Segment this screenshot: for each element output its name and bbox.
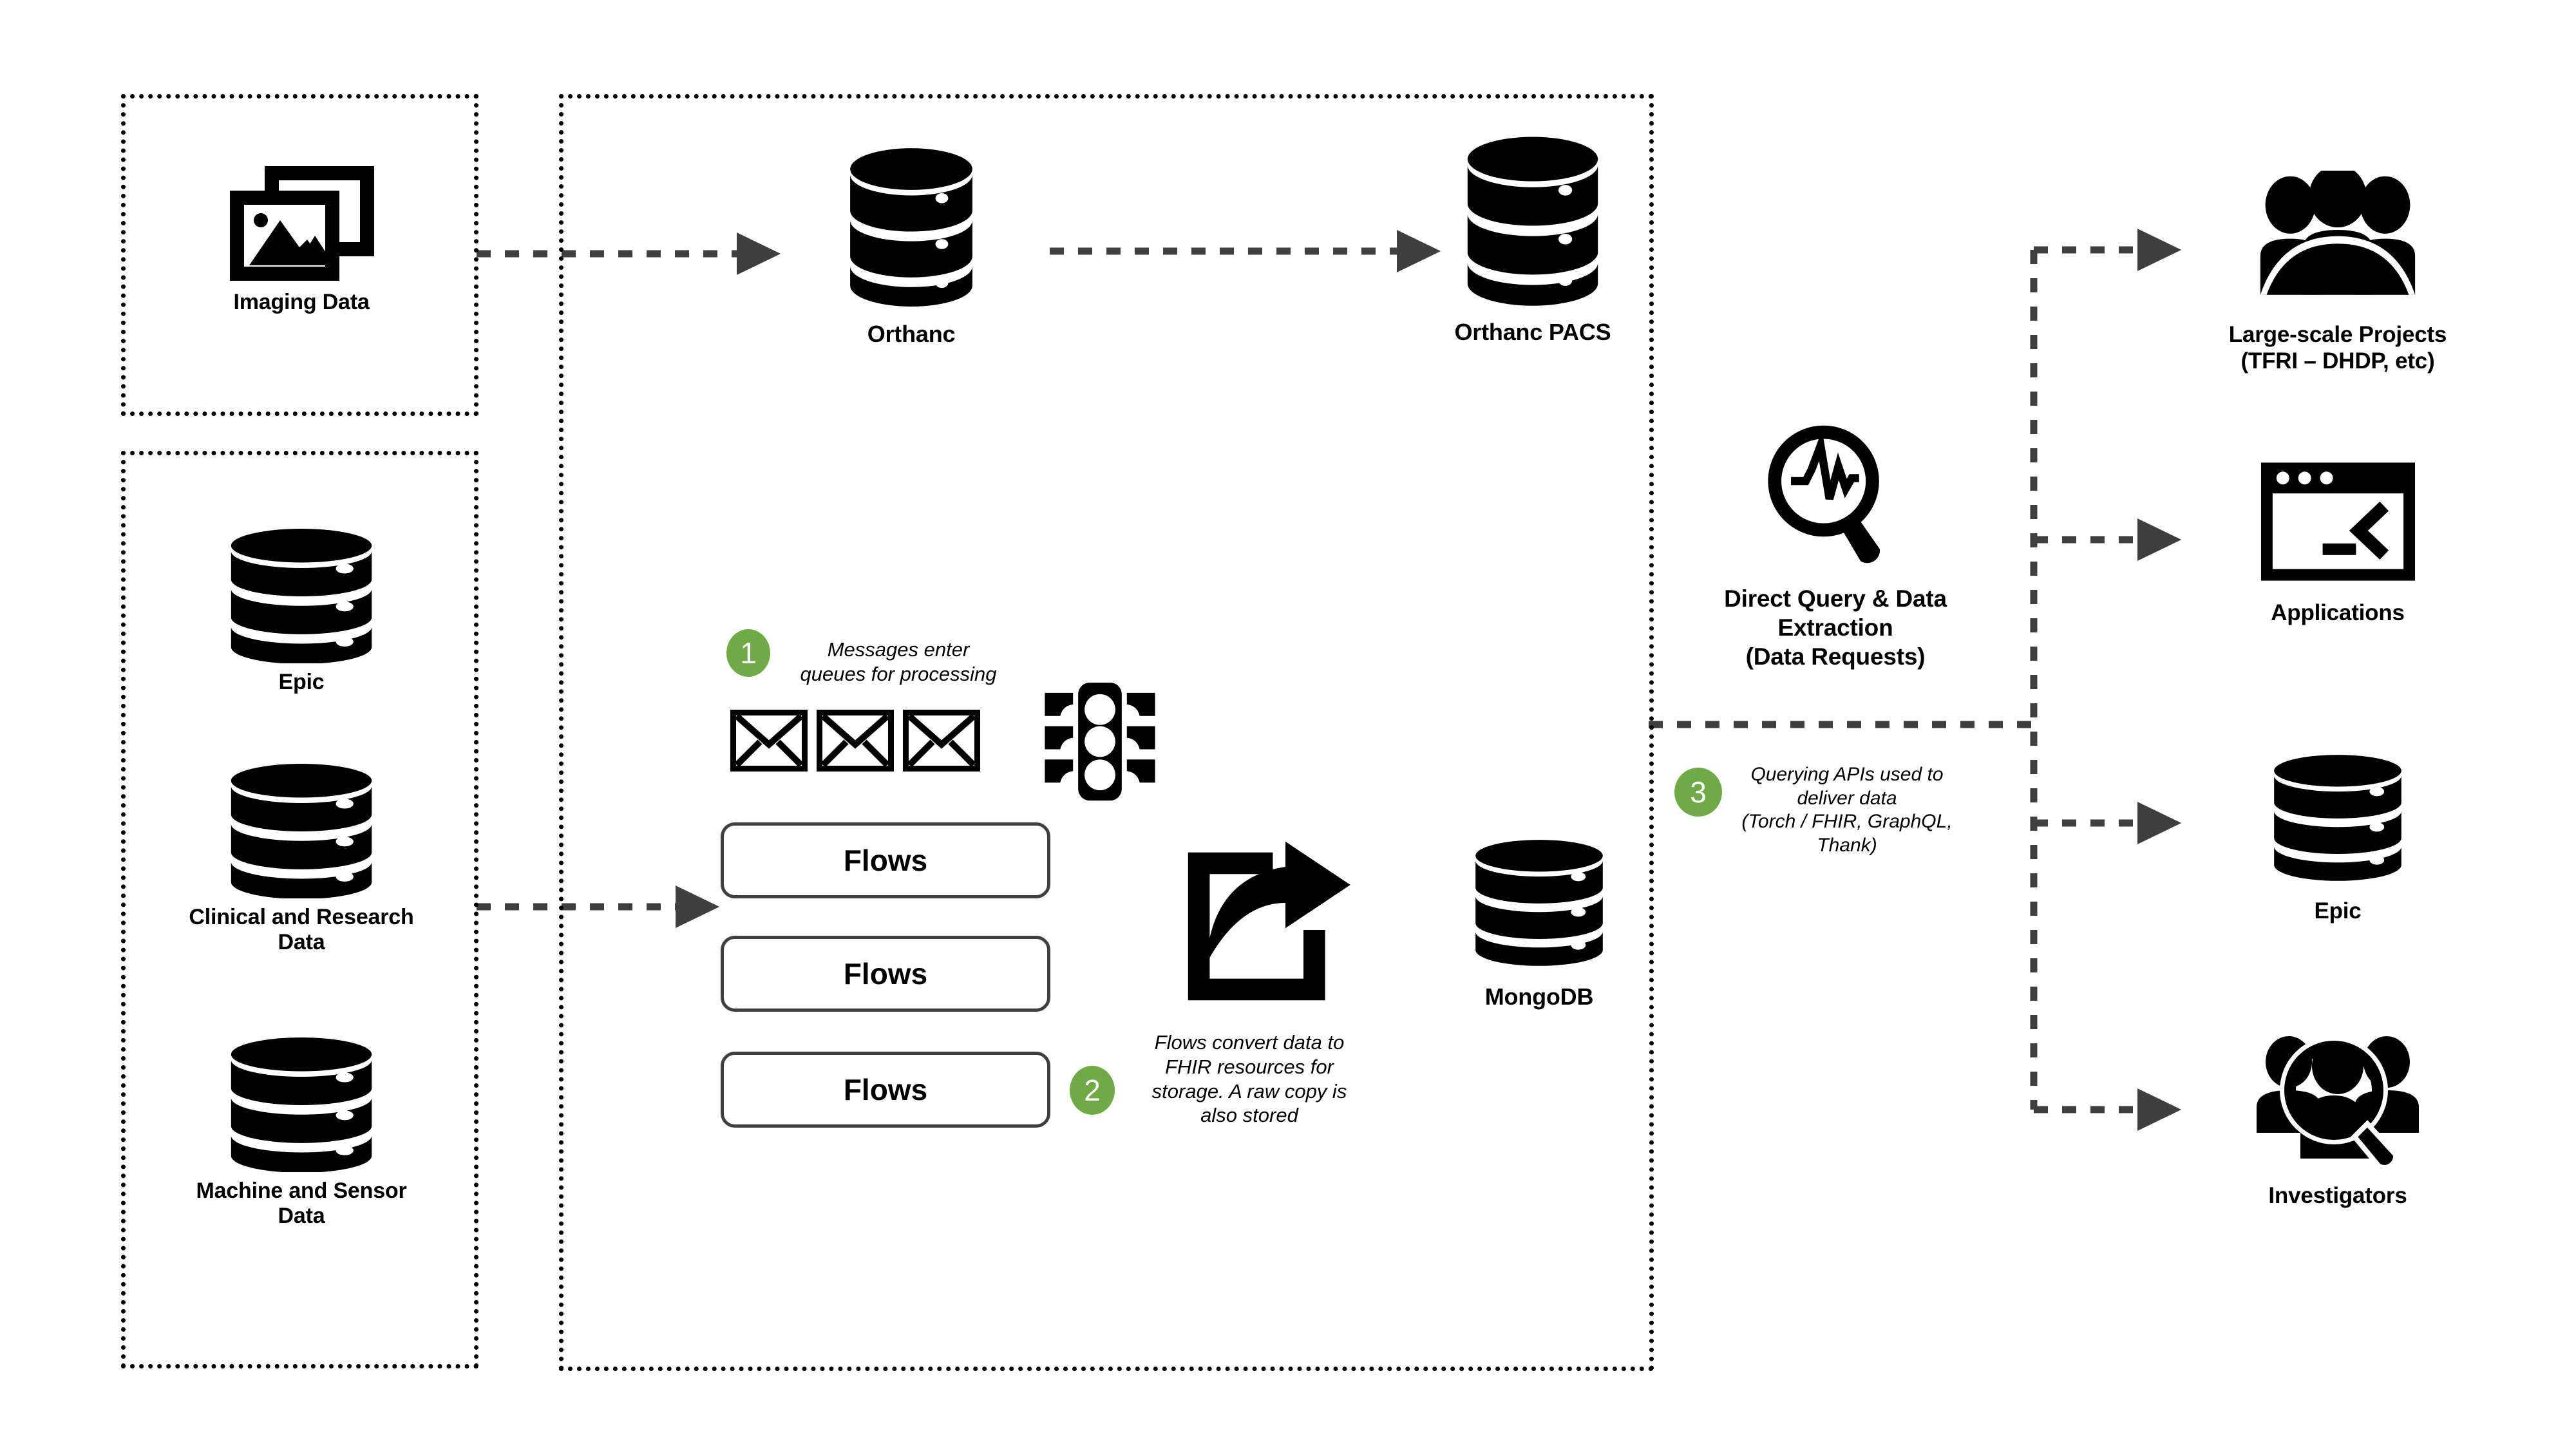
consumer-epic-label: Epic <box>2314 898 2362 923</box>
traffic-light-icon <box>1045 682 1155 801</box>
platform-orthanc-pacs[interactable]: Orthanc PACS <box>1404 135 1662 346</box>
source-machine-sensor[interactable]: Machine and Sensor Data <box>179 1037 424 1229</box>
images-stack-icon <box>230 166 374 281</box>
flow-box-2[interactable]: Flows <box>721 936 1050 1012</box>
envelope-icon <box>730 710 808 772</box>
platform-orthanc-pacs-label: Orthanc PACS <box>1454 319 1611 345</box>
database-icon <box>231 529 372 663</box>
step-3-line-2: deliver data <box>1797 787 1897 809</box>
platform-mongodb[interactable]: MongoDB <box>1414 834 1665 1010</box>
step-2-badge: 2 <box>1070 1066 1115 1115</box>
step-2-text: Flows convert data to FHIR resources for… <box>1133 1030 1365 1128</box>
database-icon <box>231 1037 372 1172</box>
consumer-investigators-label: Investigators <box>2268 1183 2407 1208</box>
query-hub-line-1: Direct Query & Data <box>1724 585 1947 612</box>
step-1-line-1: Messages enter <box>827 638 970 661</box>
database-icon <box>850 148 972 307</box>
step-3-line-3: (Torch / FHIR, GraphQL, <box>1741 811 1953 833</box>
step-2-line-3: storage. A raw copy is <box>1151 1079 1347 1103</box>
consumer-applications-label: Applications <box>2271 600 2405 625</box>
magnifier-pulse-icon <box>1768 425 1880 564</box>
consumer-projects-line-1: Large-scale Projects <box>2228 322 2447 347</box>
platform-orthanc-label: Orthanc <box>867 321 956 347</box>
share-export-icon <box>1188 841 1350 1001</box>
consumer-investigators[interactable]: Investigators <box>2170 1034 2505 1209</box>
envelope-icon <box>903 710 980 772</box>
step-3-number: 3 <box>1690 775 1707 809</box>
flow-box-1[interactable]: Flows <box>721 822 1050 898</box>
step-1-badge: 1 <box>726 629 770 677</box>
step-3-text: Querying APIs used to deliver data (Torc… <box>1731 763 1963 857</box>
user-search-icon <box>2257 1036 2419 1169</box>
envelope-icon <box>817 710 894 772</box>
query-hub-line-3: (Data Requests) <box>1745 643 1926 670</box>
diagram-canvas: Imaging Data Epic Clinical and Research … <box>0 0 2576 1449</box>
step-1-line-2: queues for processing <box>800 662 997 685</box>
source-clinical-research[interactable]: Clinical and Research Data <box>179 763 424 956</box>
consumer-projects-line-2: (TFRI – DHDP, etc) <box>2240 348 2435 374</box>
step-2-line-1: Flows convert data to <box>1154 1031 1345 1054</box>
database-icon <box>1475 840 1603 966</box>
database-icon <box>231 764 372 898</box>
source-imaging-label: Imaging Data <box>233 290 370 314</box>
step-2-number: 2 <box>1084 1074 1101 1107</box>
platform-mongodb-label: MongoDB <box>1484 983 1594 1010</box>
consumer-applications[interactable]: Applications <box>2190 457 2486 627</box>
source-clinical-label-line1: Clinical and Research <box>189 905 414 929</box>
flow-box-1-label: Flows <box>843 844 928 877</box>
flow-box-3-label: Flows <box>843 1073 928 1106</box>
step-2-line-4: also stored <box>1200 1104 1298 1127</box>
database-icon <box>1467 137 1598 306</box>
source-epic[interactable]: Epic <box>179 528 424 695</box>
query-hub[interactable]: Direct Query & Data Extraction (Data Req… <box>1674 422 1996 671</box>
source-machine-label-line2: Data <box>278 1204 325 1229</box>
source-imaging-data[interactable]: Imaging Data <box>173 161 430 315</box>
step-1-text: Messages enter queues for processing <box>789 638 1008 687</box>
query-hub-line-2: Extraction <box>1777 614 1893 641</box>
source-epic-label: Epic <box>278 670 325 694</box>
consumer-large-scale-projects[interactable]: Large-scale Projects (TFRI – DHDP, etc) <box>2164 171 2512 374</box>
step-1-number: 1 <box>740 636 757 670</box>
source-clinical-label-line2: Data <box>278 930 325 955</box>
step-3-line-1: Querying APIs used to <box>1750 764 1944 785</box>
terminal-window-icon <box>2260 462 2415 581</box>
step-2-line-2: FHIR resources for <box>1165 1055 1334 1078</box>
database-icon <box>2274 755 2401 881</box>
flow-box-2-label: Flows <box>843 957 928 990</box>
step-3-line-4: Thank) <box>1817 834 1877 856</box>
people-group-icon <box>2260 171 2416 295</box>
step-3-badge: 3 <box>1674 768 1722 817</box>
source-machine-label-line1: Machine and Sensor <box>196 1179 407 1203</box>
consumer-epic[interactable]: Epic <box>2209 749 2467 925</box>
flow-box-3[interactable]: Flows <box>721 1052 1050 1128</box>
platform-orthanc[interactable]: Orthanc <box>802 147 1021 348</box>
